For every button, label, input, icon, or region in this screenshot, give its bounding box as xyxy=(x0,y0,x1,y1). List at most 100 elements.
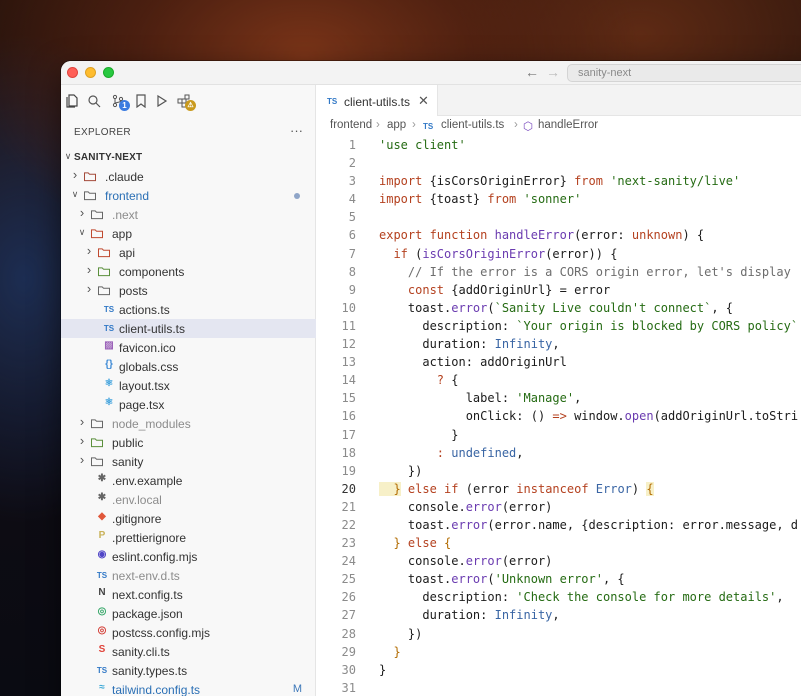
breadcrumb-file[interactable]: client-utils.ts xyxy=(441,119,504,131)
code-line[interactable]: 3 import {isCorsOriginError} from 'next-s… xyxy=(316,172,801,190)
code-line[interactable]: 1 'use client' xyxy=(316,136,801,154)
explorer-files-icon[interactable] xyxy=(66,94,80,108)
code-line[interactable]: 17 } xyxy=(316,426,801,444)
tree-file[interactable]: ✱ .env.local xyxy=(61,490,316,509)
code-token: ) xyxy=(631,481,647,496)
search-icon[interactable] xyxy=(87,94,101,108)
run-debug-icon[interactable] xyxy=(154,94,168,108)
code-line[interactable]: 29 } xyxy=(316,643,801,661)
code-line[interactable]: 24 console.error(error) xyxy=(316,552,801,570)
code-token: toast. xyxy=(379,300,452,315)
tree-folder[interactable]: › api xyxy=(61,243,316,262)
tree-folder[interactable]: › sanity xyxy=(61,452,316,471)
code-line[interactable]: 18 : undefined, xyxy=(316,444,801,462)
tree-file[interactable]: ◎ postcss.config.mjs xyxy=(61,623,316,642)
code-line[interactable]: 28 }) xyxy=(316,625,801,643)
code-line[interactable]: 23 } else { xyxy=(316,534,801,552)
tree-file[interactable]: Nnext.config.ts xyxy=(61,585,316,604)
tree-file[interactable]: ✱ .env.example xyxy=(61,471,316,490)
chevron-right-icon[interactable]: › xyxy=(77,414,87,429)
tree-folder[interactable]: ∨ frontend xyxy=(61,186,316,205)
code-token: duration: xyxy=(379,337,495,352)
code-token: , { xyxy=(602,572,625,587)
code-text: 'use client' xyxy=(379,136,466,154)
close-window-button[interactable] xyxy=(67,67,78,78)
tree-folder[interactable]: › public xyxy=(61,433,316,452)
zoom-window-button[interactable] xyxy=(103,67,114,78)
chevron-right-icon[interactable]: › xyxy=(77,205,87,220)
code-line[interactable]: 8 // If the error is a CORS origin error… xyxy=(316,263,801,281)
forward-arrow-icon[interactable]: → xyxy=(546,64,560,80)
tree-folder[interactable]: › .next xyxy=(61,205,316,224)
more-actions-icon[interactable]: ··· xyxy=(290,123,303,138)
tree-file[interactable]: TS actions.ts xyxy=(61,300,316,319)
tree-file[interactable]: TS next-env.d.ts xyxy=(61,566,316,585)
chevron-right-icon[interactable]: › xyxy=(77,433,87,448)
code-line[interactable]: 5 xyxy=(316,208,801,226)
tree-file[interactable]: ◆ .gitignore xyxy=(61,509,316,528)
code-line[interactable]: 31 xyxy=(316,679,801,696)
code-line[interactable]: 20 } else if (error instanceof Error) { xyxy=(316,480,801,498)
tree-folder[interactable]: › components xyxy=(61,262,316,281)
tree-folder[interactable]: › posts xyxy=(61,281,316,300)
tree-file[interactable]: TS client-utils.ts xyxy=(61,319,316,338)
code-line[interactable]: 27 duration: Infinity, xyxy=(316,606,801,624)
tree-file[interactable]: ◉ eslint.config.mjs xyxy=(61,547,316,566)
command-center-search[interactable]: sanity-next xyxy=(567,64,801,82)
bookmark-icon[interactable] xyxy=(134,94,148,108)
code-line[interactable]: 4 import {toast} from 'sonner' xyxy=(316,190,801,208)
code-text: } xyxy=(379,426,458,444)
code-line[interactable]: 9 const {addOriginUrl} = error xyxy=(316,281,801,299)
chevron-down-icon[interactable]: ∨ xyxy=(77,227,87,238)
tree-file[interactable]: ▨ favicon.ico xyxy=(61,338,316,357)
file-type-icon: ◎ xyxy=(97,606,107,617)
folder-icon xyxy=(83,172,97,182)
code-token: `Sanity Live couldn't connect` xyxy=(494,300,712,315)
tree-folder[interactable]: › .claude xyxy=(61,167,316,186)
folder-icon xyxy=(90,210,104,220)
back-arrow-icon[interactable]: ← xyxy=(525,64,539,80)
chevron-down-icon[interactable]: ∨ xyxy=(70,189,80,200)
chevron-right-icon[interactable]: › xyxy=(84,281,94,296)
breadcrumb-app[interactable]: app xyxy=(387,119,406,131)
code-line[interactable]: 7 if (isCorsOriginError(error)) { xyxy=(316,245,801,263)
close-tab-icon[interactable]: ✕ xyxy=(418,93,429,109)
code-line[interactable]: 30} xyxy=(316,661,801,679)
code-line[interactable]: 11 description: `Your origin is blocked … xyxy=(316,317,801,335)
tree-file[interactable]: TS sanity.types.ts xyxy=(61,661,316,680)
tree-folder[interactable]: › node_modules xyxy=(61,414,316,433)
code-editor[interactable]: 1'use client' 2 3 import {isCorsOriginError… xyxy=(316,136,801,696)
tree-file[interactable]: ⚛ page.tsx xyxy=(61,395,316,414)
code-line[interactable]: 14 ? { xyxy=(316,371,801,389)
chevron-down-icon[interactable]: ∨ xyxy=(63,151,73,162)
chevron-right-icon[interactable]: › xyxy=(77,452,87,467)
code-line[interactable]: 22 toast.error(error.name, {description:… xyxy=(316,516,801,534)
line-number: 12 xyxy=(341,337,356,352)
code-line[interactable]: 21 console.error(error) xyxy=(316,498,801,516)
code-line[interactable]: 15 label: 'Manage', xyxy=(316,389,801,407)
chevron-right-icon[interactable]: › xyxy=(70,167,80,182)
tree-file[interactable]: ◎ package.json xyxy=(61,604,316,623)
tree-root[interactable]: ∨ SANITY-NEXT xyxy=(61,148,316,167)
tree-file[interactable]: {} globals.css xyxy=(61,357,316,376)
code-line[interactable]: 26 description: 'Check the console for m… xyxy=(316,588,801,606)
breadcrumb-symbol[interactable]: handleError xyxy=(538,119,598,131)
breadcrumb-frontend[interactable]: frontend xyxy=(330,119,372,131)
tree-file[interactable]: ⚛ layout.tsx xyxy=(61,376,316,395)
tree-file[interactable]: P .prettierignore xyxy=(61,528,316,547)
minimize-window-button[interactable] xyxy=(85,67,96,78)
code-line[interactable]: 19 }) xyxy=(316,462,801,480)
code-line[interactable]: 13 action: addOriginUrl xyxy=(316,353,801,371)
chevron-right-icon[interactable]: › xyxy=(84,243,94,258)
code-line[interactable]: 16 onClick: () => window.open(addOriginU… xyxy=(316,407,801,425)
code-line[interactable]: 12 duration: Infinity, xyxy=(316,335,801,353)
tree-file[interactable]: ≈ tailwind.config.ts M xyxy=(61,680,316,696)
chevron-right-icon[interactable]: › xyxy=(84,262,94,277)
code-line[interactable]: 6 export function handleError(error: unkn… xyxy=(316,226,801,244)
code-line[interactable]: 2 xyxy=(316,154,801,172)
tab-client-utils[interactable]: TS client-utils.ts ✕ xyxy=(316,85,438,116)
code-line[interactable]: 25 toast.error('Unknown error', { xyxy=(316,570,801,588)
tree-file[interactable]: Ssanity.cli.ts xyxy=(61,642,316,661)
code-line[interactable]: 10 toast.error(`Sanity Live couldn't con… xyxy=(316,299,801,317)
tree-folder[interactable]: ∨ app xyxy=(61,224,316,243)
